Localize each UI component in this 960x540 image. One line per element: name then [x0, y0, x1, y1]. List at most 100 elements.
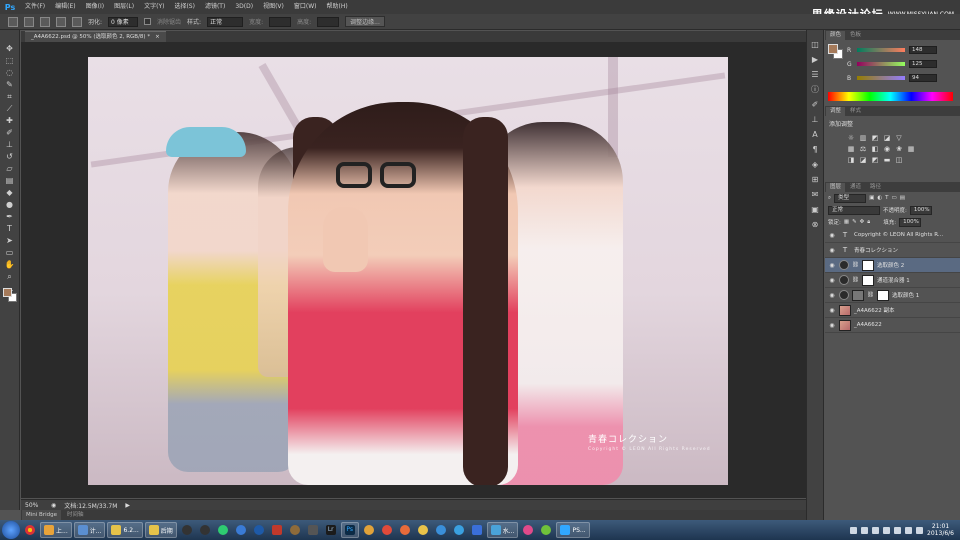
- r-value[interactable]: 148: [909, 46, 937, 54]
- pen-tool-icon[interactable]: ✒: [4, 212, 16, 222]
- dodge-tool-icon[interactable]: ●: [4, 200, 16, 210]
- brush-tool-icon[interactable]: ✐: [4, 128, 16, 138]
- eraser-tool-icon[interactable]: ▱: [4, 164, 16, 174]
- filter-pixel-icon[interactable]: ▣: [869, 195, 874, 201]
- taskbar-chrome[interactable]: [22, 522, 38, 538]
- taskbar-app[interactable]: [451, 522, 467, 538]
- lasso-tool-icon[interactable]: ◌: [4, 68, 16, 78]
- start-button[interactable]: [2, 521, 20, 539]
- taskbar-app[interactable]: [215, 522, 231, 538]
- path-select-icon[interactable]: ➤: [4, 236, 16, 246]
- chain-link-icon[interactable]: ⛓︎: [867, 292, 874, 298]
- eye-icon[interactable]: ◉: [828, 262, 836, 269]
- curves-icon[interactable]: ◩: [871, 134, 879, 142]
- fill-input[interactable]: 100%: [899, 217, 922, 227]
- eye-icon[interactable]: ◉: [828, 247, 836, 254]
- menu-3d[interactable]: 3D(D): [230, 0, 258, 14]
- history-panel-icon[interactable]: ◫: [810, 40, 821, 50]
- layer-mask-thumbnail[interactable]: [861, 274, 874, 286]
- selective-color-icon[interactable]: ◫: [895, 156, 903, 164]
- taskbar-item[interactable]: 后期: [144, 522, 177, 538]
- taskbar-app[interactable]: [251, 522, 267, 538]
- taskbar-app[interactable]: [379, 522, 395, 538]
- menu-filter[interactable]: 滤镜(T): [200, 0, 230, 14]
- g-slider[interactable]: [857, 62, 905, 66]
- menu-window[interactable]: 窗口(W): [289, 0, 322, 14]
- tab-paths[interactable]: 路径: [866, 183, 886, 192]
- eye-icon[interactable]: ◉: [828, 277, 836, 284]
- tray-icon[interactable]: [883, 526, 891, 534]
- layer-thumbnail[interactable]: [852, 289, 864, 301]
- b-slider[interactable]: [857, 76, 905, 80]
- layer-row[interactable]: ◉ _A4A6622 副本: [825, 303, 960, 318]
- eyedropper-tool-icon[interactable]: ⟋: [4, 104, 16, 114]
- menu-select[interactable]: 选择(S): [169, 0, 200, 14]
- taskbar-app[interactable]: [233, 522, 249, 538]
- tray-icon[interactable]: [872, 526, 880, 534]
- menu-type[interactable]: 文字(Y): [139, 0, 169, 14]
- eye-icon[interactable]: ◉: [828, 307, 836, 314]
- tab-swatches[interactable]: 色板: [846, 31, 866, 40]
- feather-input[interactable]: 0 像素: [108, 16, 139, 27]
- volume-icon[interactable]: [916, 526, 924, 534]
- network-icon[interactable]: [905, 526, 913, 534]
- taskbar-app[interactable]: [415, 522, 431, 538]
- document-tab[interactable]: _A4A6622.psd @ 50% (选取颜色 2, RGB/8) * ×: [25, 31, 166, 42]
- layer-kind-select[interactable]: 类型: [834, 193, 867, 203]
- tray-icon[interactable]: [850, 526, 858, 534]
- invert-icon[interactable]: ◨: [847, 156, 855, 164]
- marquee-preset-icon[interactable]: [8, 16, 18, 27]
- tray-icon[interactable]: [861, 526, 869, 534]
- lock-paint-icon[interactable]: ✎: [852, 219, 857, 225]
- taskbar-app[interactable]: [361, 522, 377, 538]
- taskbar-item[interactable]: 计...: [73, 522, 106, 538]
- color-lookup-icon[interactable]: ▦: [907, 145, 915, 153]
- layer-row[interactable]: ◉ ⛓︎ 通道混合器 1: [825, 273, 960, 288]
- marquee-tool-icon[interactable]: ⬚: [4, 56, 16, 66]
- 3d-panel-icon[interactable]: ◈: [810, 160, 821, 170]
- layer-mask-thumbnail[interactable]: [876, 289, 889, 301]
- tab-timeline[interactable]: 时间轴: [62, 510, 88, 520]
- gradient-map-icon[interactable]: ▬: [883, 156, 891, 164]
- chain-link-icon[interactable]: ⛓︎: [852, 277, 859, 283]
- add-selection-icon[interactable]: [40, 16, 50, 27]
- layer-row[interactable]: ◉ ⛓︎ 选取颜色 1: [825, 288, 960, 303]
- height-input[interactable]: [317, 16, 340, 27]
- crop-tool-icon[interactable]: ⌗: [4, 92, 16, 102]
- taskbar-app[interactable]: [287, 522, 303, 538]
- layer-thumbnail[interactable]: [839, 304, 851, 316]
- quick-select-tool-icon[interactable]: ✎: [4, 80, 16, 90]
- posterize-icon[interactable]: ◪: [859, 156, 867, 164]
- play-arrow-icon[interactable]: ▶: [125, 502, 131, 509]
- subtract-selection-icon[interactable]: [56, 16, 66, 27]
- width-input[interactable]: [269, 16, 292, 27]
- filter-shape-icon[interactable]: ▭: [891, 195, 896, 201]
- filter-smart-icon[interactable]: ▤: [900, 195, 905, 201]
- tab-mini-bridge[interactable]: Mini Bridge: [22, 510, 61, 520]
- type-tool-icon[interactable]: T: [4, 224, 16, 234]
- move-tool-icon[interactable]: ✥: [4, 44, 16, 54]
- menu-image[interactable]: 图像(I): [81, 0, 109, 14]
- photo-canvas[interactable]: 青春コレクション Copyright © LEON All Rights Res…: [88, 57, 728, 485]
- healing-brush-icon[interactable]: ✚: [4, 116, 16, 126]
- canvas-area[interactable]: 青春コレクション Copyright © LEON All Rights Res…: [21, 42, 806, 498]
- menu-layer[interactable]: 图层(L): [109, 0, 139, 14]
- measure-panel-icon[interactable]: ⊞: [810, 175, 821, 185]
- eye-icon[interactable]: ◉: [828, 232, 836, 239]
- lock-pixels-icon[interactable]: ▦: [844, 219, 849, 225]
- paragraph-panel-icon[interactable]: ¶: [810, 145, 821, 155]
- channel-mixer-icon[interactable]: ❀: [895, 145, 903, 153]
- taskbar-app[interactable]: [520, 522, 536, 538]
- zoom-tool-icon[interactable]: ⌕: [4, 272, 16, 282]
- levels-icon[interactable]: ▥: [859, 134, 867, 142]
- brightness-icon[interactable]: ☼: [847, 134, 855, 142]
- layer-row[interactable]: ◉ _A4A6622: [825, 318, 960, 333]
- threshold-icon[interactable]: ◩: [871, 156, 879, 164]
- character-panel-icon[interactable]: A: [810, 130, 821, 140]
- layer-comps-icon[interactable]: ▣: [810, 205, 821, 215]
- shape-tool-icon[interactable]: ▭: [4, 248, 16, 258]
- tab-color[interactable]: 颜色: [826, 31, 846, 40]
- close-icon[interactable]: ×: [155, 32, 160, 42]
- clone-source-icon[interactable]: ⊥: [810, 115, 821, 125]
- actions-panel-icon[interactable]: ▶: [810, 55, 821, 65]
